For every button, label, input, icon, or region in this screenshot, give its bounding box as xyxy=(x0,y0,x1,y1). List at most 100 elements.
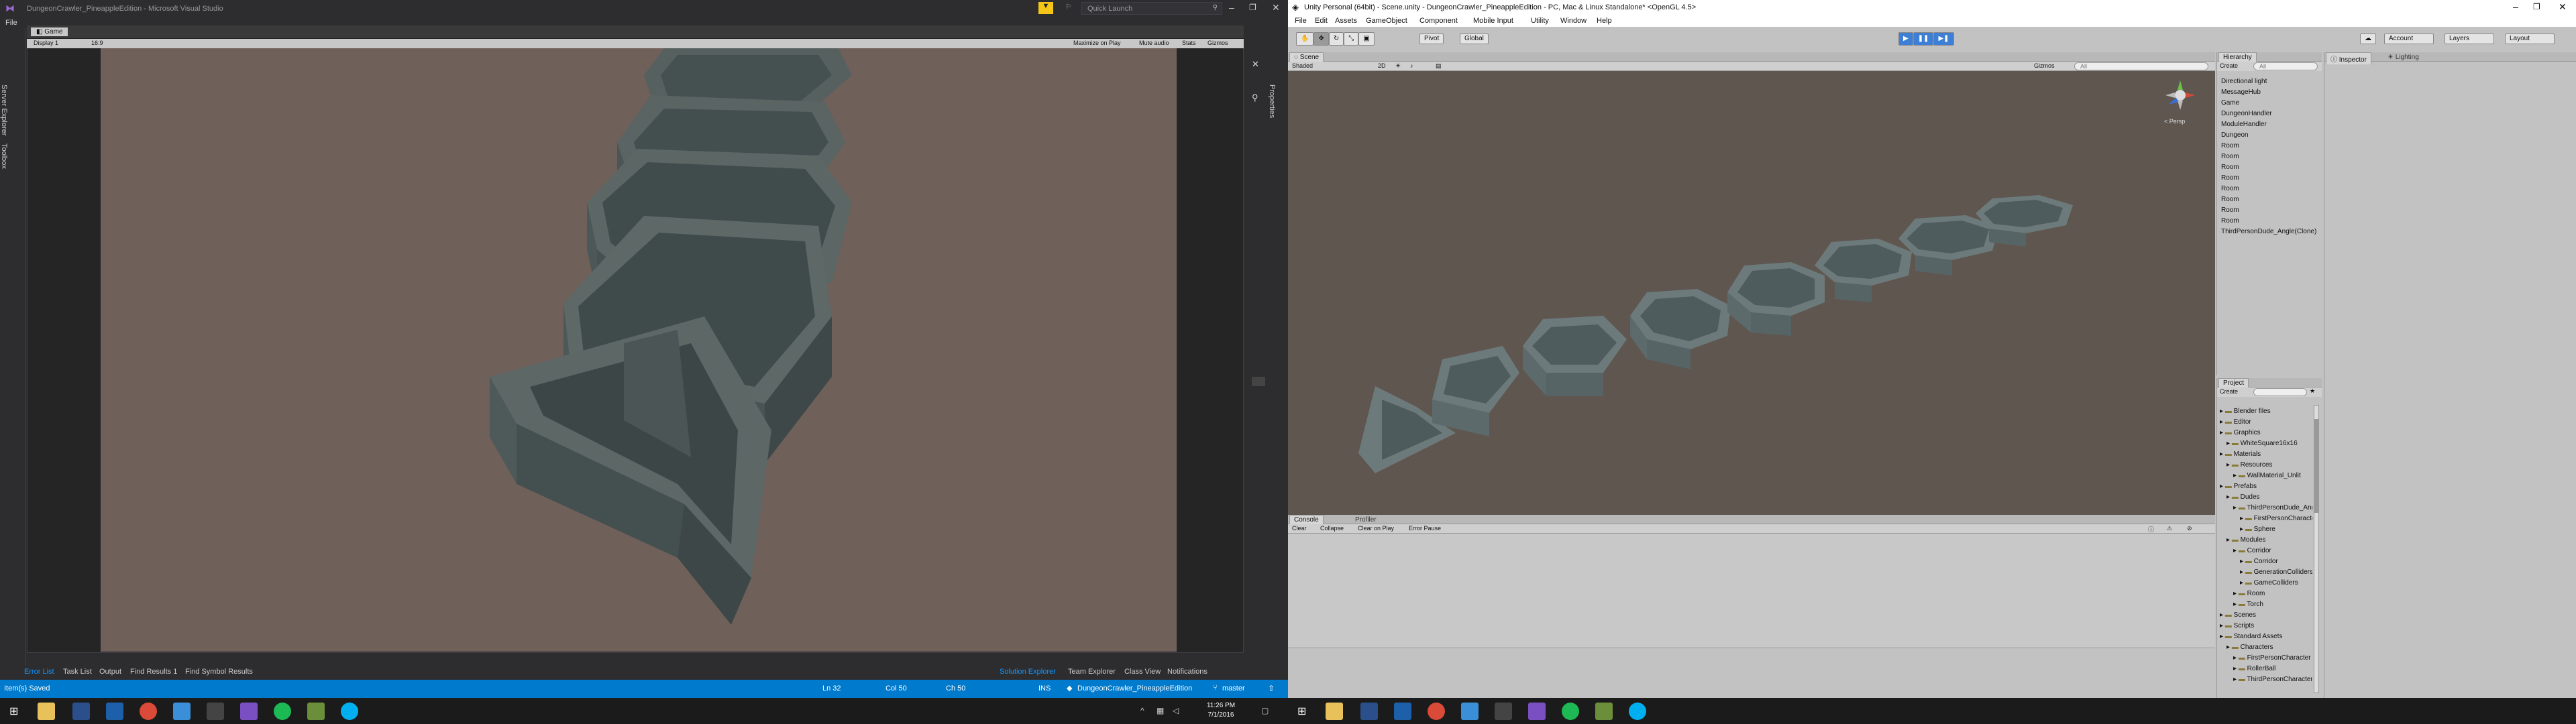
display-select[interactable]: Display 1 xyxy=(34,40,58,46)
account-dropdown[interactable]: Account xyxy=(2384,34,2434,44)
console-clear-on-play-button[interactable]: Clear on Play xyxy=(1358,525,1394,532)
expand-arrow-icon[interactable]: ▸ xyxy=(2233,504,2239,511)
menu-utility[interactable]: Utility xyxy=(1531,17,1549,25)
persp-label[interactable]: < Persp xyxy=(2164,118,2185,125)
2d-toggle[interactable]: 2D xyxy=(1378,62,1386,69)
app-icon-3[interactable] xyxy=(1394,703,1411,720)
hierarchy-create-dropdown[interactable]: Create xyxy=(2220,62,2238,69)
clock-date[interactable]: 7/1/2016 xyxy=(1201,711,1241,719)
start-icon-2[interactable]: ⊞ xyxy=(1297,705,1306,718)
inspector-tab[interactable]: ⓘ Inspector xyxy=(2326,52,2371,64)
expand-arrow-icon[interactable]: ▸ xyxy=(2226,644,2232,651)
close-icon[interactable]: ✕ xyxy=(2559,1,2567,13)
error-count-icon[interactable]: ⊘ xyxy=(2187,525,2192,532)
project-tree-item[interactable]: ▸ ▬ ThirdPersonCharacter xyxy=(2220,674,2312,685)
close-panel-icon[interactable]: ✕ xyxy=(1252,59,1259,70)
expand-arrow-icon[interactable]: ▸ xyxy=(2226,440,2232,447)
close-icon[interactable]: ✕ xyxy=(1272,2,1280,13)
hierarchy-item[interactable]: Dungeon xyxy=(2221,130,2322,141)
menu-edit[interactable]: Edit xyxy=(1315,17,1328,25)
expand-arrow-icon[interactable]: ▸ xyxy=(2220,611,2225,619)
network-icon[interactable]: ▦ xyxy=(1157,706,1164,715)
file-explorer-icon[interactable] xyxy=(38,703,55,720)
project-create-dropdown[interactable]: Create xyxy=(2220,388,2238,395)
notepad-icon[interactable] xyxy=(72,703,90,720)
visual-studio-icon[interactable] xyxy=(240,703,258,720)
scrollbar-thumb[interactable] xyxy=(1252,377,1265,386)
expand-arrow-icon[interactable]: ▸ xyxy=(2220,633,2225,640)
layout-dropdown[interactable]: Layout xyxy=(2505,34,2555,44)
hierarchy-item[interactable]: ThirdPersonDude_Angle(Clone) xyxy=(2221,227,2322,237)
tab-find-symbol-results[interactable]: Find Symbol Results xyxy=(185,668,253,676)
tab-solution-explorer[interactable]: Solution Explorer xyxy=(1000,668,1056,676)
game-tab[interactable]: ◧ Game xyxy=(31,27,68,36)
project-tree-item[interactable]: ▸ ▬ RollerBall xyxy=(2220,664,2312,674)
file-explorer-icon-2[interactable] xyxy=(1326,703,1343,720)
expand-arrow-icon[interactable]: ▸ xyxy=(2240,579,2245,587)
pause-icon[interactable]: ❚❚ xyxy=(1913,32,1934,46)
scene-orientation-gizmo[interactable] xyxy=(2160,78,2200,114)
project-tree-item[interactable]: ▸ ▬ FirstPersonCharacter xyxy=(2220,653,2312,664)
menu-help[interactable]: Help xyxy=(1597,17,1612,25)
project-tree-item[interactable]: ▸ ▬ GenerationColliders xyxy=(2220,567,2312,578)
tab-task-list[interactable]: Task List xyxy=(63,668,92,676)
expand-arrow-icon[interactable]: ▸ xyxy=(2233,676,2239,683)
expand-arrow-icon[interactable]: ▸ xyxy=(2220,450,2225,458)
info-count-icon[interactable]: ⓘ xyxy=(2148,525,2154,534)
maximize-icon[interactable]: ❐ xyxy=(1249,3,1256,12)
effects-icon[interactable]: ▤ xyxy=(1436,62,1442,70)
play-icon[interactable]: ▶ xyxy=(1898,32,1913,46)
properties-tab[interactable]: Properties xyxy=(1268,84,1276,118)
hierarchy-item[interactable]: Directional light xyxy=(2221,76,2322,87)
project-tree-item[interactable]: ▸ ▬ Corridor xyxy=(2220,556,2312,567)
console-collapse-button[interactable]: Collapse xyxy=(1320,525,1344,532)
project-tree-item[interactable]: ▸ ▬ Modules xyxy=(2220,535,2312,546)
menu-assets[interactable]: Assets xyxy=(1335,17,1357,25)
publish-icon[interactable]: ⇧ xyxy=(1268,684,1275,693)
chrome-icon[interactable] xyxy=(140,703,157,720)
game-viewport[interactable] xyxy=(101,48,1177,652)
console-clear-button[interactable]: Clear xyxy=(1292,525,1307,532)
layers-dropdown[interactable]: Layers xyxy=(2445,34,2494,44)
project-tree-item[interactable]: ▸ ▬ Scripts xyxy=(2220,621,2312,631)
start-icon[interactable]: ⊞ xyxy=(9,705,18,718)
skype-icon[interactable] xyxy=(341,703,358,720)
server-explorer-tab[interactable]: Server Explorer xyxy=(0,84,8,135)
scene-search-input[interactable]: All xyxy=(2074,62,2208,70)
unity-taskbar-icon[interactable] xyxy=(207,703,224,720)
rotate-tool-icon[interactable]: ↻ xyxy=(1328,32,1344,46)
tab-find-results-1[interactable]: Find Results 1 xyxy=(130,668,177,676)
expand-arrow-icon[interactable]: ▸ xyxy=(2226,493,2232,501)
hierarchy-item[interactable]: ModuleHandler xyxy=(2221,119,2322,130)
clock-time[interactable]: 11:26 PM xyxy=(1201,702,1241,709)
console-tab[interactable]: Console xyxy=(1289,515,1324,524)
project-tree-item[interactable]: ▸ ▬ Blender files xyxy=(2220,406,2312,417)
expand-arrow-icon[interactable]: ▸ xyxy=(2240,558,2245,565)
project-tree-item[interactable]: ▸ ▬ Torch xyxy=(2220,599,2312,610)
star-icon[interactable]: ★ xyxy=(2310,387,2315,395)
tab-notifications[interactable]: Notifications xyxy=(1167,668,1208,676)
expand-arrow-icon[interactable]: ▸ xyxy=(2240,526,2245,533)
global-toggle[interactable]: Global xyxy=(1460,34,1489,44)
hierarchy-item[interactable]: Room xyxy=(2221,216,2322,227)
expand-arrow-icon[interactable]: ▸ xyxy=(2233,472,2239,479)
menu-mobile-input[interactable]: Mobile Input xyxy=(1473,17,1513,25)
spotify-icon-2[interactable] xyxy=(1562,703,1579,720)
expand-arrow-icon[interactable]: ▸ xyxy=(2220,429,2225,436)
project-tree-item[interactable]: ▸ ▬ Standard Assets xyxy=(2220,631,2312,642)
project-tree-item[interactable]: ▸ ▬ Materials xyxy=(2220,449,2312,460)
lighting-icon[interactable]: ☀ xyxy=(1395,62,1401,70)
maximize-on-play-toggle[interactable]: Maximize on Play xyxy=(1073,40,1121,46)
status-branch[interactable]: master xyxy=(1222,684,1245,692)
tray-chevron-icon[interactable]: ^ xyxy=(1140,706,1144,715)
hierarchy-item[interactable]: Room xyxy=(2221,205,2322,216)
expand-arrow-icon[interactable]: ▸ xyxy=(2233,665,2239,672)
project-tree-item[interactable]: ▸ ▬ Sphere xyxy=(2220,524,2312,535)
console-error-pause-button[interactable]: Error Pause xyxy=(1409,525,1441,532)
hierarchy-item[interactable]: Room xyxy=(2221,184,2322,194)
expand-arrow-icon[interactable]: ▸ xyxy=(2233,547,2239,554)
expand-arrow-icon[interactable]: ▸ xyxy=(2233,601,2239,608)
minimize-icon[interactable]: – xyxy=(2513,1,2518,12)
scene-tab[interactable]: ◌ Scene xyxy=(1289,52,1324,62)
project-tree-item[interactable]: ▸ ▬ WhiteSquare16x16 xyxy=(2220,438,2312,449)
